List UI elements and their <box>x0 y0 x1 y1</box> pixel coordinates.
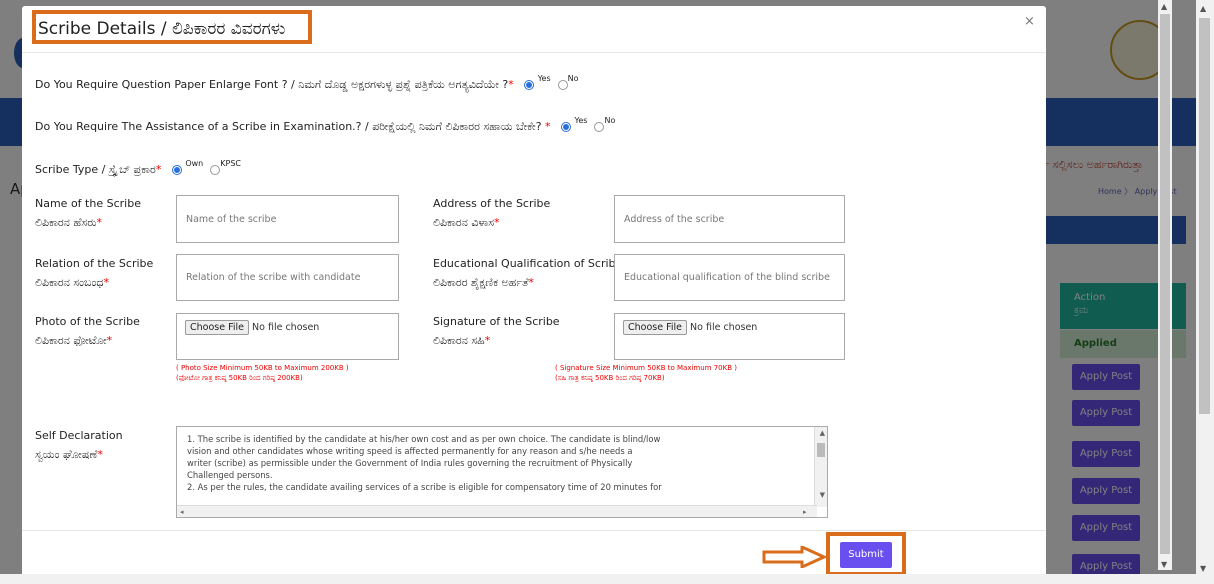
textarea-horizontal-scrollbar[interactable] <box>177 505 817 517</box>
required-marker: * <box>106 334 113 347</box>
scribe-assistance-yes-radio[interactable] <box>561 122 572 132</box>
pointer-arrow-icon <box>762 546 826 568</box>
photo-file-status: No file chosen <box>252 322 320 333</box>
scribe-address-input[interactable]: Address of the scribe <box>614 195 845 243</box>
close-icon[interactable]: × <box>1024 14 1035 29</box>
header-divider <box>22 52 1046 53</box>
scribe-type-label: Scribe Type / ಸ್ಕ್ರೈಬ್ ಪ್ರಕಾರ <box>35 163 156 176</box>
scroll-up-arrow-icon[interactable]: ▲ <box>1200 4 1206 13</box>
scribe-qualification-label-kn: ಲಿಪಿಕಾರರ ಶೈಕ್ಷಣಿಕ ಅರ್ಹತೆ <box>433 276 529 289</box>
scroll-up-arrow-icon[interactable]: ▲ <box>820 429 825 437</box>
scribe-type-kpsc-radio[interactable] <box>210 165 221 175</box>
enlarge-font-question: Do You Require Question Paper Enlarge Fo… <box>35 74 579 92</box>
page-scroll-thumb[interactable] <box>1199 18 1210 414</box>
scribe-photo-label-kn: ಲಿಪಿಕಾರನ ಫೋಟೋ <box>35 334 107 347</box>
scribe-assistance-no-label: No <box>604 116 616 125</box>
photo-choose-file-button[interactable]: Choose File <box>185 320 249 335</box>
scribe-address-placeholder: Address of the scribe <box>624 213 725 225</box>
scribe-address-label-en: Address of the Scribe <box>433 197 551 210</box>
required-marker: * <box>545 120 551 133</box>
required-marker: * <box>155 163 162 176</box>
signature-size-note-en: ( Signature Size Minimum 50KB to Maximum… <box>555 364 737 372</box>
scroll-down-arrow-icon[interactable]: ▼ <box>1161 560 1167 569</box>
scribe-name-input[interactable]: Name of the scribe <box>176 195 399 243</box>
required-marker: * <box>103 276 109 289</box>
self-declaration-textarea[interactable]: 1. The scribe is identified by the candi… <box>176 426 828 518</box>
self-declaration-label-en: Self Declaration <box>35 429 123 442</box>
scribe-photo-file-input[interactable]: Choose File No file chosen <box>176 313 399 360</box>
scribe-relation-placeholder: Relation of the scribe with candidate <box>186 272 361 283</box>
page-horizontal-scrollbar[interactable] <box>0 574 1214 584</box>
modal-scroll-thumb[interactable] <box>1160 14 1170 554</box>
scribe-type-question: Scribe Type / ಸ್ಕ್ರೈಬ್ ಪ್ರಕಾರ* Own KPSC <box>35 159 241 177</box>
scribe-signature-label-kn: ಲಿಪಿಕಾರನ ಸಹಿ <box>433 334 485 347</box>
signature-choose-file-button[interactable]: Choose File <box>623 320 687 335</box>
scribe-qualification-label-en: Educational Qualification of Scribe <box>433 257 623 270</box>
textarea-scroll-thumb[interactable] <box>817 443 825 457</box>
scribe-name-label: Name of the Scribe ಲಿಪಿಕಾರನ ಹೆಸರು* <box>35 194 141 232</box>
scribe-relation-input[interactable]: Relation of the scribe with candidate <box>176 254 399 301</box>
enlarge-font-yes-radio[interactable] <box>524 80 535 90</box>
footer-divider <box>22 530 1046 531</box>
scribe-name-label-en: Name of the Scribe <box>35 197 141 210</box>
scribe-address-label: Address of the Scribe ಲಿಪಿಕಾರನ ವಿಳಾಸ* <box>433 194 550 232</box>
scribe-qualification-label: Educational Qualification of Scribe ಲಿಪಿ… <box>433 254 622 292</box>
scribe-assistance-no-radio[interactable] <box>594 122 605 132</box>
scroll-up-arrow-icon[interactable]: ▲ <box>1161 2 1167 11</box>
scribe-signature-label: Signature of the Scribe ಲಿಪಿಕಾರನ ಸಹಿ* <box>433 312 560 350</box>
scribe-relation-label: Relation of the Scribe ಲಿಪಿಕಾರನ ಸಂಬಂಧ* <box>35 254 153 292</box>
scribe-type-kpsc-label: KPSC <box>220 159 241 168</box>
scroll-down-arrow-icon[interactable]: ▼ <box>820 491 825 499</box>
submit-button[interactable]: Submit <box>840 542 892 568</box>
scribe-name-label-kn: ಲಿಪಿಕಾರನ ಹೆಸರು <box>35 216 97 229</box>
modal-title: Scribe Details / ಲಿಪಿಕಾರರ ವಿವರಗಳು <box>38 19 286 39</box>
scroll-down-arrow-icon[interactable]: ▼ <box>1200 564 1206 573</box>
scribe-name-placeholder: Name of the scribe <box>186 213 277 225</box>
enlarge-font-no-label: No <box>567 74 579 83</box>
photo-size-note-kn: (ಫೋಟೋ ಗಾತ್ರ ಕನಿಷ್ಠ 50KB ರಿಂದ ಗರಿಷ್ಠ 200K… <box>176 374 303 382</box>
enlarge-font-question-text: Do You Require Question Paper Enlarge Fo… <box>35 78 509 91</box>
scribe-signature-label-en: Signature of the Scribe <box>433 315 560 328</box>
signature-size-note-kn: (ಸಹಿ ಗಾತ್ರ ಕನಿಷ್ಠ 50KB ರಿಂದ ಗರಿಷ್ಠ 70KB) <box>555 374 665 382</box>
signature-file-status: No file chosen <box>690 322 758 333</box>
required-marker: * <box>96 216 103 229</box>
scribe-photo-label: Photo of the Scribe ಲಿಪಿಕಾರನ ಫೋಟೋ* <box>35 312 140 350</box>
scribe-qualification-input[interactable]: Educational qualification of the blind s… <box>614 254 845 301</box>
signature-size-note: ( Signature Size Minimum 50KB to Maximum… <box>555 363 737 383</box>
enlarge-font-no-radio[interactable] <box>557 80 568 90</box>
scribe-photo-label-en: Photo of the Scribe <box>35 315 140 328</box>
self-declaration-label: Self Declaration ಸ್ವಯಂ ಘೋಷಣೆ* <box>35 426 123 464</box>
scribe-address-label-kn: ಲಿಪಿಕಾರನ ವಿಳಾಸ <box>433 216 495 229</box>
scribe-relation-label-kn: ಲಿಪಿಕಾರನ ಸಂಬಂಧ <box>35 276 104 289</box>
scribe-assistance-yes-label: Yes <box>574 116 588 125</box>
scribe-type-own-radio[interactable] <box>171 165 182 175</box>
scribe-type-own-label: Own <box>185 159 204 168</box>
required-marker: * <box>97 448 103 461</box>
self-declaration-label-kn: ಸ್ವಯಂ ಘೋಷಣೆ <box>35 448 98 461</box>
scroll-right-arrow-icon[interactable]: ▸ <box>803 508 807 516</box>
required-marker: * <box>508 78 514 91</box>
required-marker: * <box>528 276 534 289</box>
required-marker: * <box>494 216 500 229</box>
scribe-signature-file-input[interactable]: Choose File No file chosen <box>614 313 845 360</box>
scribe-details-modal: Scribe Details / ಲಿಪಿಕಾರರ ವಿವರಗಳು × Do Y… <box>22 6 1046 578</box>
enlarge-font-yes-label: Yes <box>537 74 551 83</box>
photo-size-note-en: ( Photo Size Minimum 50KB to Maximum 200… <box>176 364 349 372</box>
scribe-assistance-question: Do You Require The Assistance of a Scrib… <box>35 116 615 134</box>
scribe-relation-label-en: Relation of the Scribe <box>35 257 154 270</box>
required-marker: * <box>484 334 491 347</box>
photo-size-note: ( Photo Size Minimum 50KB to Maximum 200… <box>176 363 349 383</box>
self-declaration-text: 1. The scribe is identified by the candi… <box>187 434 662 492</box>
scroll-left-arrow-icon[interactable]: ◂ <box>180 508 184 516</box>
scribe-qualification-placeholder: Educational qualification of the blind s… <box>624 272 830 283</box>
scribe-assistance-question-text: Do You Require The Assistance of a Scrib… <box>35 120 546 133</box>
